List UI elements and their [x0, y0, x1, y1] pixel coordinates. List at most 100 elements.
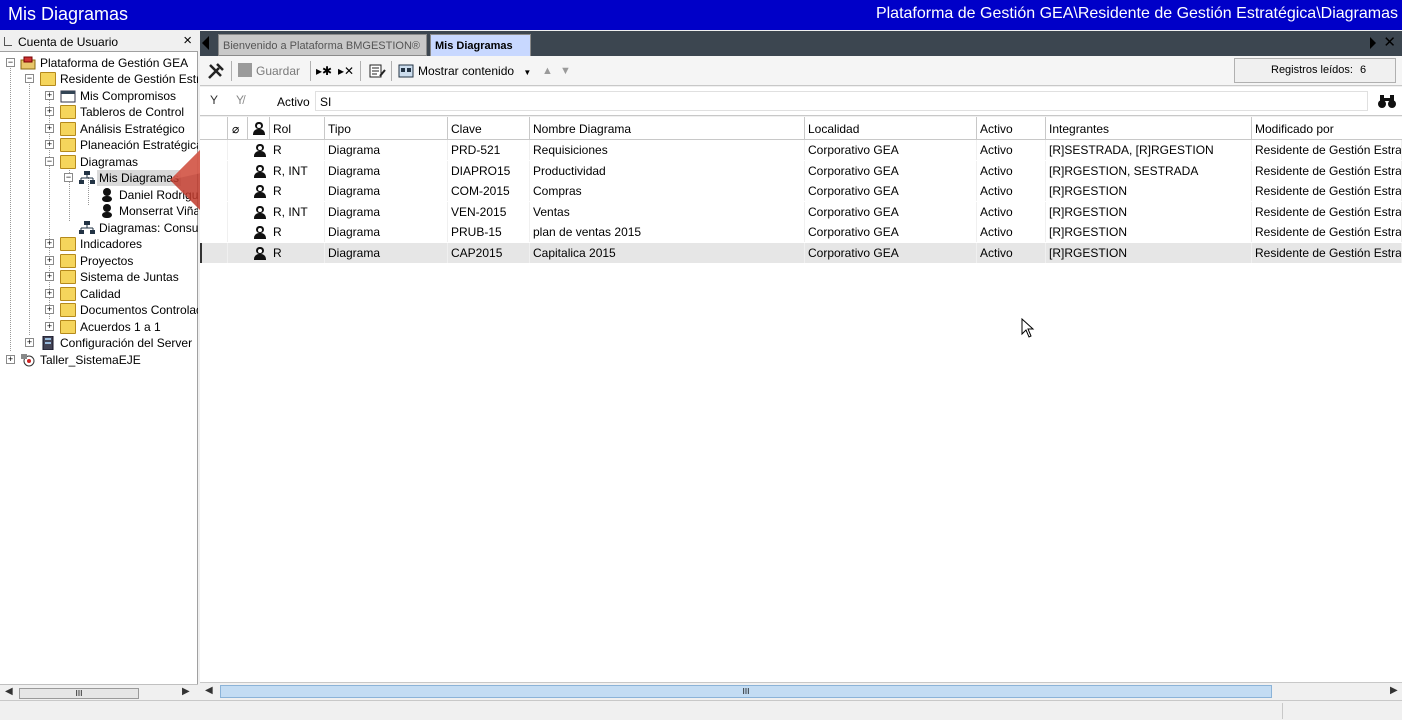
expand-icon[interactable]: +: [45, 107, 54, 116]
table-row[interactable]: R Diagrama CAP2015 Capitalica 2015 Corporati…: [200, 243, 1402, 263]
cell-clave[interactable]: PRD-521: [448, 140, 530, 160]
cell-modificado[interactable]: Residente de Gestión Estratég: [1252, 201, 1402, 222]
row-selector[interactable]: [200, 201, 228, 222]
column-header-clave[interactable]: Clave: [448, 117, 530, 140]
cell-clave[interactable]: VEN-2015: [448, 201, 530, 222]
tab-scroll-left-icon[interactable]: [202, 36, 209, 50]
cell-nombre[interactable]: plan de ventas 2015: [530, 222, 805, 243]
cell-activo[interactable]: Activo: [977, 160, 1046, 181]
collapse-icon[interactable]: −: [45, 157, 54, 166]
cell-integrantes[interactable]: [R]SESTRADA, [R]RGESTION: [1046, 140, 1252, 160]
tree-item-daniel[interactable]: Daniel Rodrigue: [0, 187, 198, 203]
tree-item-proyectos[interactable]: + Proyectos: [0, 253, 198, 269]
cell-activo[interactable]: Activo: [977, 181, 1046, 202]
cell-rol[interactable]: R: [270, 222, 325, 243]
cell-tipo[interactable]: Diagrama: [325, 181, 448, 202]
collapse-icon[interactable]: −: [25, 74, 34, 83]
cell-modificado[interactable]: Residente de Gestión Estratég: [1252, 222, 1402, 243]
cell-tipo[interactable]: Diagrama: [325, 160, 448, 181]
tab-scroll-right-icon[interactable]: [1370, 37, 1376, 49]
cell-localidad[interactable]: Corporativo GEA: [805, 181, 977, 202]
cell-nombre[interactable]: Capitalica 2015: [530, 243, 805, 263]
cell-localidad[interactable]: Corporativo GEA: [805, 243, 977, 263]
cell-tipo[interactable]: Diagrama: [325, 243, 448, 263]
cell-localidad[interactable]: Corporativo GEA: [805, 160, 977, 181]
column-header-integrantes[interactable]: Integrantes: [1046, 117, 1252, 140]
new-record-icon[interactable]: ▸✱: [316, 60, 332, 82]
tree-item-diagramas-consulta[interactable]: Diagramas: Consult: [0, 220, 198, 236]
cell-rol[interactable]: R, INT: [270, 160, 325, 181]
cell-tipo[interactable]: Diagrama: [325, 222, 448, 243]
column-header-nombre[interactable]: Nombre Diagrama: [530, 117, 805, 140]
filter-icon[interactable]: Y: [210, 93, 218, 107]
binoculars-icon[interactable]: [1378, 93, 1396, 109]
cell-nombre[interactable]: Compras: [530, 181, 805, 202]
cell-localidad[interactable]: Corporativo GEA: [805, 222, 977, 243]
cell-integrantes[interactable]: [R]RGESTION: [1046, 181, 1252, 202]
attachment-column-header[interactable]: ⌀: [228, 117, 248, 140]
cell-rol[interactable]: R: [270, 181, 325, 202]
cell-modificado[interactable]: Residente de Gestión Estratég: [1252, 160, 1402, 181]
delete-record-icon[interactable]: ▸✕: [338, 60, 354, 82]
cell-activo[interactable]: Activo: [977, 201, 1046, 222]
cell-clave[interactable]: PRUB-15: [448, 222, 530, 243]
tree-item-diagramas[interactable]: − Diagramas: [0, 154, 198, 170]
collapse-icon[interactable]: −: [64, 173, 73, 182]
row-selector[interactable]: [200, 181, 228, 202]
tree-item-sistema-juntas[interactable]: + Sistema de Juntas: [0, 269, 198, 285]
scroll-right-icon[interactable]: ▶: [1390, 685, 1398, 696]
tree-item-residente[interactable]: − Residente de Gestión Estrat: [0, 71, 198, 87]
cell-localidad[interactable]: Corporativo GEA: [805, 140, 977, 160]
dropdown-arrow-icon[interactable]: ▼: [523, 68, 531, 77]
cell-clave[interactable]: COM-2015: [448, 181, 530, 202]
expand-icon[interactable]: +: [45, 239, 54, 248]
tree-item-monserrat[interactable]: Monserrat Viñas: [0, 203, 198, 219]
cell-integrantes[interactable]: [R]RGESTION: [1046, 222, 1252, 243]
tab-bienvenido[interactable]: Bienvenido a Plataforma BMGESTION®: [218, 34, 427, 56]
tree-item-mis-compromisos[interactable]: + Mis Compromisos: [0, 88, 198, 104]
expand-icon[interactable]: +: [45, 124, 54, 133]
column-header-modificado[interactable]: Modificado por: [1252, 117, 1402, 140]
table-row[interactable]: R Diagrama PRUB-15 plan de ventas 2015 Corpo…: [200, 222, 1402, 243]
scroll-left-icon[interactable]: ◀: [205, 685, 213, 696]
expand-icon[interactable]: +: [45, 289, 54, 298]
tree-item-indicadores[interactable]: + Indicadores: [0, 236, 198, 252]
tree-item-analisis[interactable]: + Análisis Estratégico: [0, 121, 198, 137]
cell-localidad[interactable]: Corporativo GEA: [805, 201, 977, 222]
cell-activo[interactable]: Activo: [977, 243, 1046, 263]
expand-icon[interactable]: +: [25, 338, 34, 347]
move-up-icon[interactable]: ▲: [542, 60, 553, 82]
tree-item-documentos[interactable]: + Documentos Controlado: [0, 302, 198, 318]
collapse-icon[interactable]: −: [6, 58, 15, 67]
clear-filter-icon[interactable]: Y̸: [236, 93, 244, 107]
move-down-icon[interactable]: ▼: [560, 60, 571, 82]
cell-modificado[interactable]: Residente de Gestión Estratég: [1252, 181, 1402, 202]
edit-list-icon[interactable]: [368, 60, 386, 82]
close-panel-button[interactable]: ×: [183, 32, 192, 49]
tree-item-configuracion[interactable]: + Configuración del Server: [0, 335, 198, 351]
column-header-tipo[interactable]: Tipo: [325, 117, 448, 140]
close-tab-icon[interactable]: ✕: [1383, 33, 1396, 51]
cell-modificado[interactable]: Residente de Gestión Estratég: [1252, 140, 1402, 160]
user-column-header[interactable]: [248, 117, 270, 140]
cell-activo[interactable]: Activo: [977, 222, 1046, 243]
cell-nombre[interactable]: Requisiciones: [530, 140, 805, 160]
cell-activo[interactable]: Activo: [977, 140, 1046, 160]
tools-icon[interactable]: [206, 60, 226, 82]
save-button[interactable]: Guardar: [238, 60, 308, 82]
column-header-rol[interactable]: Rol: [270, 117, 325, 140]
tree-item-plataforma[interactable]: − Plataforma de Gestión GEA: [0, 55, 198, 71]
scroll-left-icon[interactable]: ◀: [5, 686, 13, 697]
expand-icon[interactable]: +: [45, 305, 54, 314]
tree-item-taller[interactable]: + Taller_SistemaEJE: [0, 352, 198, 368]
cell-nombre[interactable]: Productividad: [530, 160, 805, 181]
tree-item-acuerdos[interactable]: + Acuerdos 1 a 1: [0, 319, 198, 335]
expand-icon[interactable]: +: [45, 322, 54, 331]
cell-clave[interactable]: CAP2015: [448, 243, 530, 263]
cell-modificado[interactable]: Residente de Gestión Estratég: [1252, 243, 1402, 263]
tree-item-tableros[interactable]: + Tableros de Control: [0, 104, 198, 120]
row-selector[interactable]: [200, 243, 228, 263]
filter-input[interactable]: [315, 91, 1368, 111]
pin-icon[interactable]: [4, 37, 12, 46]
table-row[interactable]: R Diagrama COM-2015 Compras Corporativo GEA A…: [200, 181, 1402, 202]
